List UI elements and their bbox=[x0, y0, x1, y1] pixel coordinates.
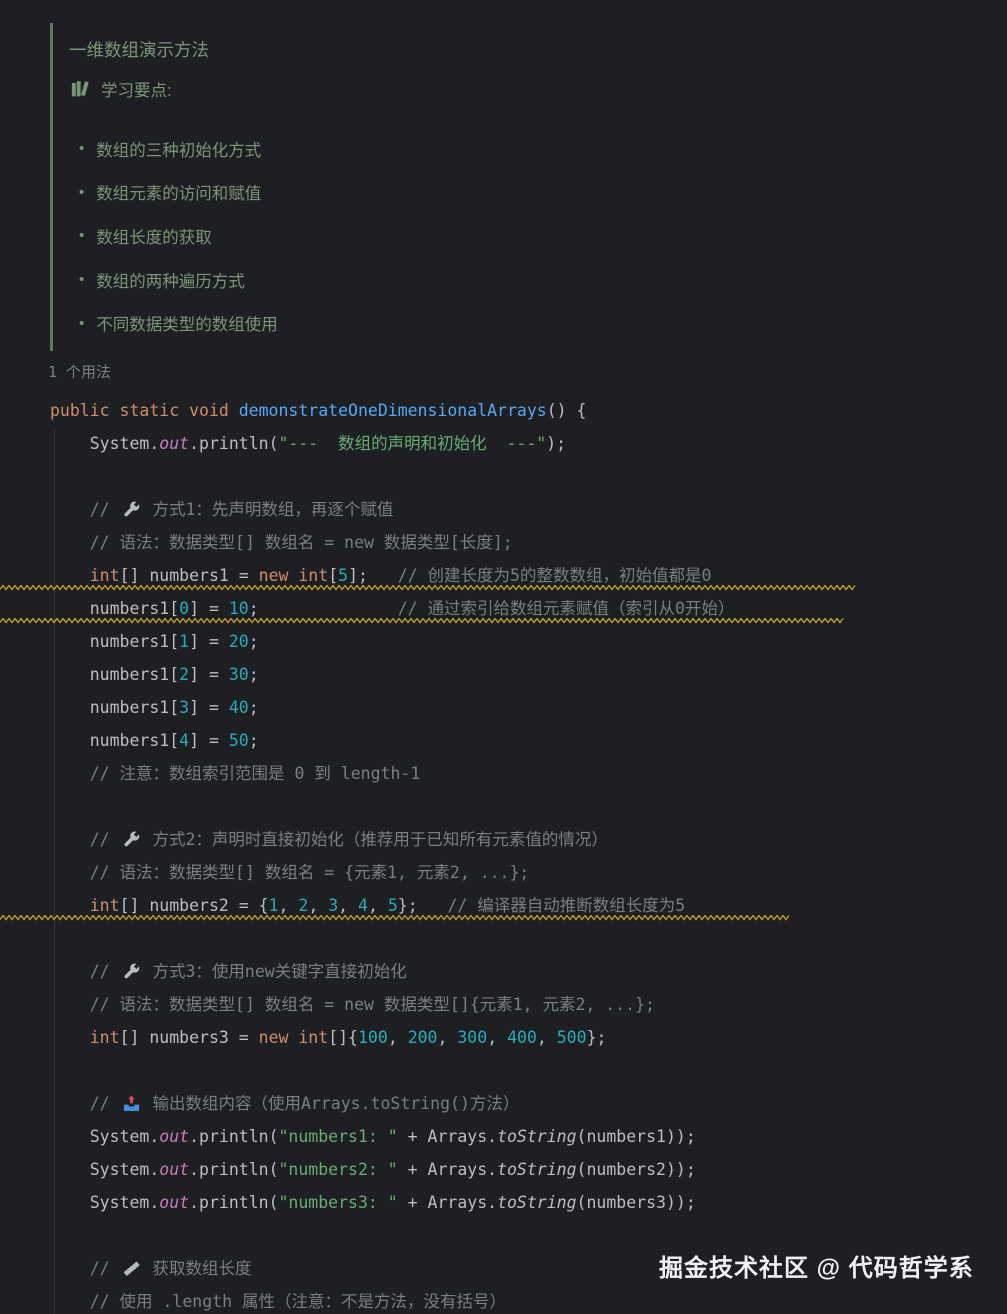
code-line[interactable]: numbers1[1] = 20; bbox=[50, 625, 734, 658]
doc-comment-block: 一维数组演示方法 学习要点: 数组的三种初始化方式数组元素的访问和赋值数组长度的… bbox=[50, 23, 770, 351]
editor-screen: 一维数组演示方法 学习要点: 数组的三种初始化方式数组元素的访问和赋值数组长度的… bbox=[0, 0, 1007, 1314]
books-icon bbox=[71, 80, 89, 96]
code-line[interactable]: System.out.println("numbers2: " + Arrays… bbox=[50, 1153, 734, 1186]
code-line[interactable]: int[] numbers3 = new int[]{100, 200, 300… bbox=[50, 1021, 734, 1054]
code-line[interactable]: // 输出数组内容（使用Arrays.toString()方法） bbox=[50, 1087, 734, 1120]
doc-bullet: 数组长度的获取 bbox=[69, 214, 770, 258]
outbox-tray-icon bbox=[123, 1095, 139, 1112]
code-line[interactable] bbox=[50, 922, 734, 955]
wrench-icon bbox=[124, 501, 139, 517]
code-line[interactable] bbox=[50, 1054, 734, 1087]
code-line[interactable]: // 方式2：声明时直接初始化（推荐用于已知所有元素值的情况） bbox=[50, 823, 734, 856]
code-line[interactable]: numbers1[3] = 40; bbox=[50, 691, 734, 724]
doc-bullet-list: 数组的三种初始化方式数组元素的访问和赋值数组长度的获取数组的两种遍历方式不同数据… bbox=[69, 127, 770, 345]
warning-squiggle bbox=[0, 915, 790, 921]
code-line[interactable]: int[] numbers1 = new int[5]; // 创建长度为5的整… bbox=[0, 559, 856, 592]
ruler-icon bbox=[123, 1261, 140, 1276]
warning-squiggle bbox=[0, 618, 844, 624]
code-line[interactable]: System.out.println("numbers1: " + Arrays… bbox=[50, 1120, 734, 1153]
code-line[interactable]: numbers1[0] = 10; // 通过索引给数组元素赋值（索引从0开始） bbox=[0, 592, 844, 625]
watermark: 掘金技术社区 @ 代码哲学系 bbox=[659, 1255, 974, 1282]
doc-bullet: 数组的三种初始化方式 bbox=[69, 127, 770, 171]
code-line[interactable]: public static void demonstrateOneDimensi… bbox=[50, 394, 734, 427]
code-line[interactable]: // 获取数组长度 bbox=[50, 1252, 734, 1285]
usages-hint[interactable]: 1 个用法 bbox=[48, 361, 111, 382]
doc-title: 一维数组演示方法 bbox=[69, 40, 209, 60]
code-line[interactable]: // 语法：数据类型[] 数组名 = {元素1, 元素2, ...}; bbox=[50, 856, 734, 889]
code-line[interactable]: // 注意：数组索引范围是 0 到 length-1 bbox=[50, 757, 734, 790]
code-block[interactable]: public static void demonstrateOneDimensi… bbox=[0, 394, 856, 1314]
code-line[interactable]: // 语法：数据类型[] 数组名 = new 数据类型[长度]; bbox=[50, 526, 734, 559]
code-line[interactable]: // 方式1：先声明数组，再逐个赋值 bbox=[50, 493, 734, 526]
doc-heading: 学习要点: bbox=[69, 77, 770, 101]
wrench-icon bbox=[124, 831, 139, 847]
code-line[interactable] bbox=[50, 1219, 734, 1252]
code-line[interactable]: // 使用 .length 属性（注意：不是方法，没有括号） bbox=[50, 1285, 734, 1314]
doc-bullet: 不同数据类型的数组使用 bbox=[69, 301, 770, 345]
code-line[interactable] bbox=[50, 790, 734, 823]
warning-squiggle bbox=[0, 585, 856, 591]
code-line[interactable]: int[] numbers2 = {1, 2, 3, 4, 5}; // 编译器… bbox=[0, 889, 790, 922]
code-line[interactable]: numbers1[4] = 50; bbox=[50, 724, 734, 757]
code-line[interactable]: numbers1[2] = 30; bbox=[50, 658, 734, 691]
doc-heading-label: 学习要点: bbox=[101, 82, 172, 100]
doc-bullet: 数组元素的访问和赋值 bbox=[69, 171, 770, 215]
code-line[interactable]: System.out.println("--- 数组的声明和初始化 ---"); bbox=[50, 427, 734, 460]
doc-heading-icon bbox=[69, 80, 93, 99]
code-line[interactable]: // 方式3：使用new关键字直接初始化 bbox=[50, 955, 734, 988]
wrench-icon bbox=[124, 963, 139, 979]
code-line[interactable]: // 语法：数据类型[] 数组名 = new 数据类型[]{元素1, 元素2, … bbox=[50, 988, 734, 1021]
code-line[interactable] bbox=[50, 460, 734, 493]
doc-bullet: 数组的两种遍历方式 bbox=[69, 258, 770, 302]
code-line[interactable]: System.out.println("numbers3: " + Arrays… bbox=[50, 1186, 734, 1219]
